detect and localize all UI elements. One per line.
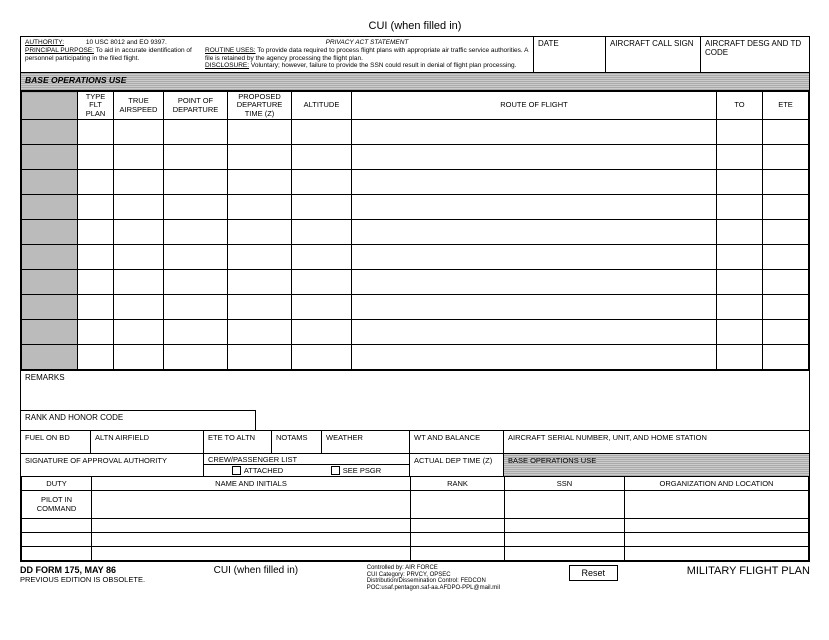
attached-label: ATTACHED [244, 466, 283, 475]
rank-honor-row: RANK AND HONOR CODE [21, 410, 809, 430]
fuel-field[interactable]: FUEL ON BD [21, 431, 91, 453]
weather-field[interactable]: WEATHER [322, 431, 410, 453]
row-b: SIGNATURE OF APPROVAL AUTHORITY CREW/PAS… [21, 453, 809, 476]
footer-left: DD FORM 175, MAY 86 PREVIOUS EDITION IS … [20, 565, 145, 584]
privacy-heading: PRIVACY ACT STATEMENT [205, 39, 529, 47]
flight-row[interactable] [22, 169, 809, 194]
col-altitude: ALTITUDE [292, 92, 352, 120]
footer: DD FORM 175, MAY 86 PREVIOUS EDITION IS … [20, 565, 810, 591]
reset-button[interactable]: Reset [569, 565, 619, 581]
wtbal-field[interactable]: WT AND BALANCE [410, 431, 504, 453]
attached-checkbox[interactable]: ATTACHED [232, 466, 283, 475]
crew-row[interactable]: PILOT IN COMMAND [22, 490, 809, 518]
flight-row[interactable] [22, 269, 809, 294]
col-airspeed: TRUE AIRSPEED [114, 92, 164, 120]
col-route: ROUTE OF FLIGHT [352, 92, 717, 120]
signature-field[interactable]: SIGNATURE OF APPROVAL AUTHORITY [21, 454, 204, 476]
flight-row[interactable] [22, 194, 809, 219]
flight-header-row: TYPE FLT PLAN TRUE AIRSPEED POINT OF DEP… [22, 92, 809, 120]
checkbox-icon [232, 466, 241, 475]
ctrl3: Distribution/Dissemination Control: FEDC… [367, 578, 500, 585]
col-to: TO [717, 92, 763, 120]
obsolete-note: PREVIOUS EDITION IS OBSOLETE. [20, 575, 145, 584]
col-rank: RANK [411, 476, 505, 490]
desg-field[interactable]: AIRCRAFT DESG AND TD CODE [701, 37, 809, 72]
base-ops-bar: BASE OPERATIONS USE [21, 73, 809, 91]
disclosure-label: DISCLOSURE: [205, 62, 249, 69]
footer-control: Controlled by: AIR FORCE CUI Category: P… [367, 565, 500, 591]
notams-field[interactable]: NOTAMS [272, 431, 322, 453]
col-org: ORGANIZATION AND LOCATION [625, 476, 809, 490]
col-duty: DUTY [22, 476, 92, 490]
flight-row[interactable] [22, 319, 809, 344]
date-field[interactable]: DATE [534, 37, 606, 72]
form-id: DD FORM 175, MAY 86 [20, 565, 145, 575]
col-name: NAME AND INITIALS [92, 476, 411, 490]
title-top: CUI (when filled in) [20, 20, 810, 32]
crew-header-row: DUTY NAME AND INITIALS RANK SSN ORGANIZA… [22, 476, 809, 490]
crew-row[interactable] [22, 546, 809, 560]
reset-wrap: Reset [569, 565, 619, 581]
flight-row[interactable] [22, 144, 809, 169]
authority-label: AUTHORITY: [25, 39, 64, 46]
routine-label: ROUTINE USES: [205, 47, 256, 54]
seepsgr-label: SEE PSGR [343, 466, 381, 475]
ctrl1: Controlled by: AIR FORCE [367, 565, 500, 572]
base-ops-field: BASE OPERATIONS USE [504, 454, 809, 476]
ctrl2: CUI Category: PRVCY, OPSEC [367, 572, 500, 579]
flight-row[interactable] [22, 344, 809, 369]
disclosure-text: Voluntary; however, failure to provide t… [251, 62, 517, 69]
remarks-field[interactable]: REMARKS [21, 370, 809, 410]
actual-dep-field[interactable]: ACTUAL DEP TIME (Z) [410, 454, 504, 476]
rank-honor-field[interactable]: RANK AND HONOR CODE [21, 410, 256, 430]
footer-cui: CUI (when filled in) [214, 565, 298, 576]
ete-altn-field[interactable]: ETE TO ALTN [204, 431, 272, 453]
crew-row[interactable] [22, 518, 809, 532]
callsign-field[interactable]: AIRCRAFT CALL SIGN [606, 37, 701, 72]
form-title: MILITARY FLIGHT PLAN [687, 565, 810, 577]
privacy-block: AUTHORITY: 10 USC 8012 and EO 9397. PRIN… [21, 37, 534, 72]
crew-passenger-block: CREW/PASSENGER LIST ATTACHED SEE PSGR [204, 454, 410, 476]
principal-label: PRINCIPAL PURPOSE: [25, 47, 94, 54]
col-point-dep: POINT OF DEPARTURE [164, 92, 228, 120]
privacy-left: AUTHORITY: 10 USC 8012 and EO 9397. PRIN… [25, 39, 205, 70]
header-row: AUTHORITY: 10 USC 8012 and EO 9397. PRIN… [21, 37, 809, 73]
flight-row[interactable] [22, 219, 809, 244]
crew-list-label: CREW/PASSENGER LIST [204, 454, 409, 465]
privacy-right: PRIVACY ACT STATEMENT ROUTINE USES: To p… [205, 39, 529, 70]
ctrl4: POC:usaf.pentagon.saf-aa.AFDPO-PPL@mail.… [367, 585, 500, 592]
crew-row[interactable] [22, 532, 809, 546]
col-prop-dep: PROPOSED DEPARTURE TIME (Z) [228, 92, 292, 120]
form-container: CUI (when filled in) AUTHORITY: 10 USC 8… [20, 20, 810, 591]
col-ete: ETE [763, 92, 809, 120]
flight-row[interactable] [22, 119, 809, 144]
altn-field[interactable]: ALTN AIRFIELD [91, 431, 204, 453]
col-blank [22, 92, 78, 120]
row-a: FUEL ON BD ALTN AIRFIELD ETE TO ALTN NOT… [21, 430, 809, 453]
col-type-flt: TYPE FLT PLAN [78, 92, 114, 120]
authority-text: 10 USC 8012 and EO 9397. [86, 39, 167, 46]
crew-table: DUTY NAME AND INITIALS RANK SSN ORGANIZA… [21, 476, 809, 561]
flight-table: TYPE FLT PLAN TRUE AIRSPEED POINT OF DEP… [21, 91, 809, 370]
serial-field[interactable]: AIRCRAFT SERIAL NUMBER, UNIT, AND HOME S… [504, 431, 809, 453]
flight-row[interactable] [22, 294, 809, 319]
col-ssn: SSN [505, 476, 625, 490]
checkbox-icon [331, 466, 340, 475]
flight-row[interactable] [22, 244, 809, 269]
seepsgr-checkbox[interactable]: SEE PSGR [331, 466, 381, 475]
pic-label: PILOT IN COMMAND [22, 490, 92, 518]
form-body: AUTHORITY: 10 USC 8012 and EO 9397. PRIN… [20, 36, 810, 562]
